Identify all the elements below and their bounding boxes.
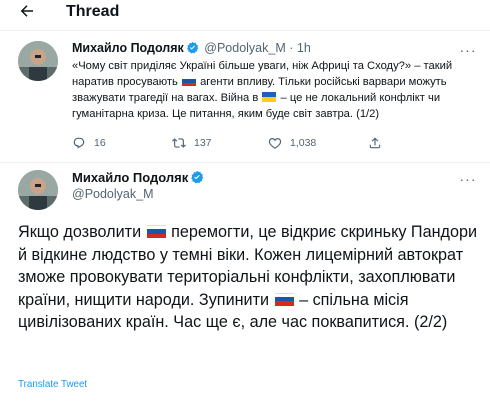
tweet-divider [0,162,490,163]
arrow-left-icon [20,5,33,17]
author-name[interactable]: Михайло Подоляк [72,41,184,55]
avatar[interactable] [18,170,58,210]
tweet-timestamp[interactable]: 1h [297,41,311,55]
tweet1-header: Михайло Подоляк @Podolyak_M · 1h [72,41,311,57]
russia-flag-icon [181,76,196,86]
thread-header: Thread [0,0,490,28]
heart-icon [268,138,282,149]
retweet-icon [172,138,186,148]
like-button[interactable]: 1,038 [268,134,316,152]
more-options-button[interactable]: ··· [458,172,478,186]
retweet-count: 137 [194,137,212,149]
avatar-image [18,41,58,81]
russia-flag-icon [274,292,294,306]
avatar[interactable] [18,41,58,81]
reply-icon [73,137,85,149]
separator-dot: · [289,41,294,55]
verified-badge-icon [191,170,204,184]
tweet2-text-part1: Якщо дозволити [18,223,142,241]
author-name[interactable]: Михайло Подоляк [72,170,188,185]
translate-tweet-link[interactable]: Translate Tweet [18,379,87,390]
ukraine-flag-icon [262,92,277,102]
tweet1-actions: 16 137 1,038 [72,134,472,152]
tweet2-text: Якщо дозволити перемогти, це відкриє скр… [18,221,480,334]
more-options-button[interactable]: ··· [458,43,478,57]
back-button[interactable] [18,2,40,24]
header-divider [0,30,490,31]
reply-button[interactable]: 16 [72,134,106,152]
share-button[interactable] [368,134,382,152]
share-icon [369,137,381,149]
retweet-button[interactable]: 137 [172,134,212,152]
tweet1-text: «Чому світ приділяє Україні більше уваги… [72,58,472,122]
reply-count: 16 [94,137,106,149]
russia-flag-icon [146,225,166,238]
verified-badge-icon [186,41,199,54]
author-handle[interactable]: @Podolyak_M [72,187,153,201]
tweet2-author-row: Михайло Подоляк [72,170,206,185]
author-handle[interactable]: @Podolyak_M [204,41,285,55]
avatar-image [18,170,58,210]
page-title: Thread [66,3,120,20]
like-count: 1,038 [290,137,317,149]
